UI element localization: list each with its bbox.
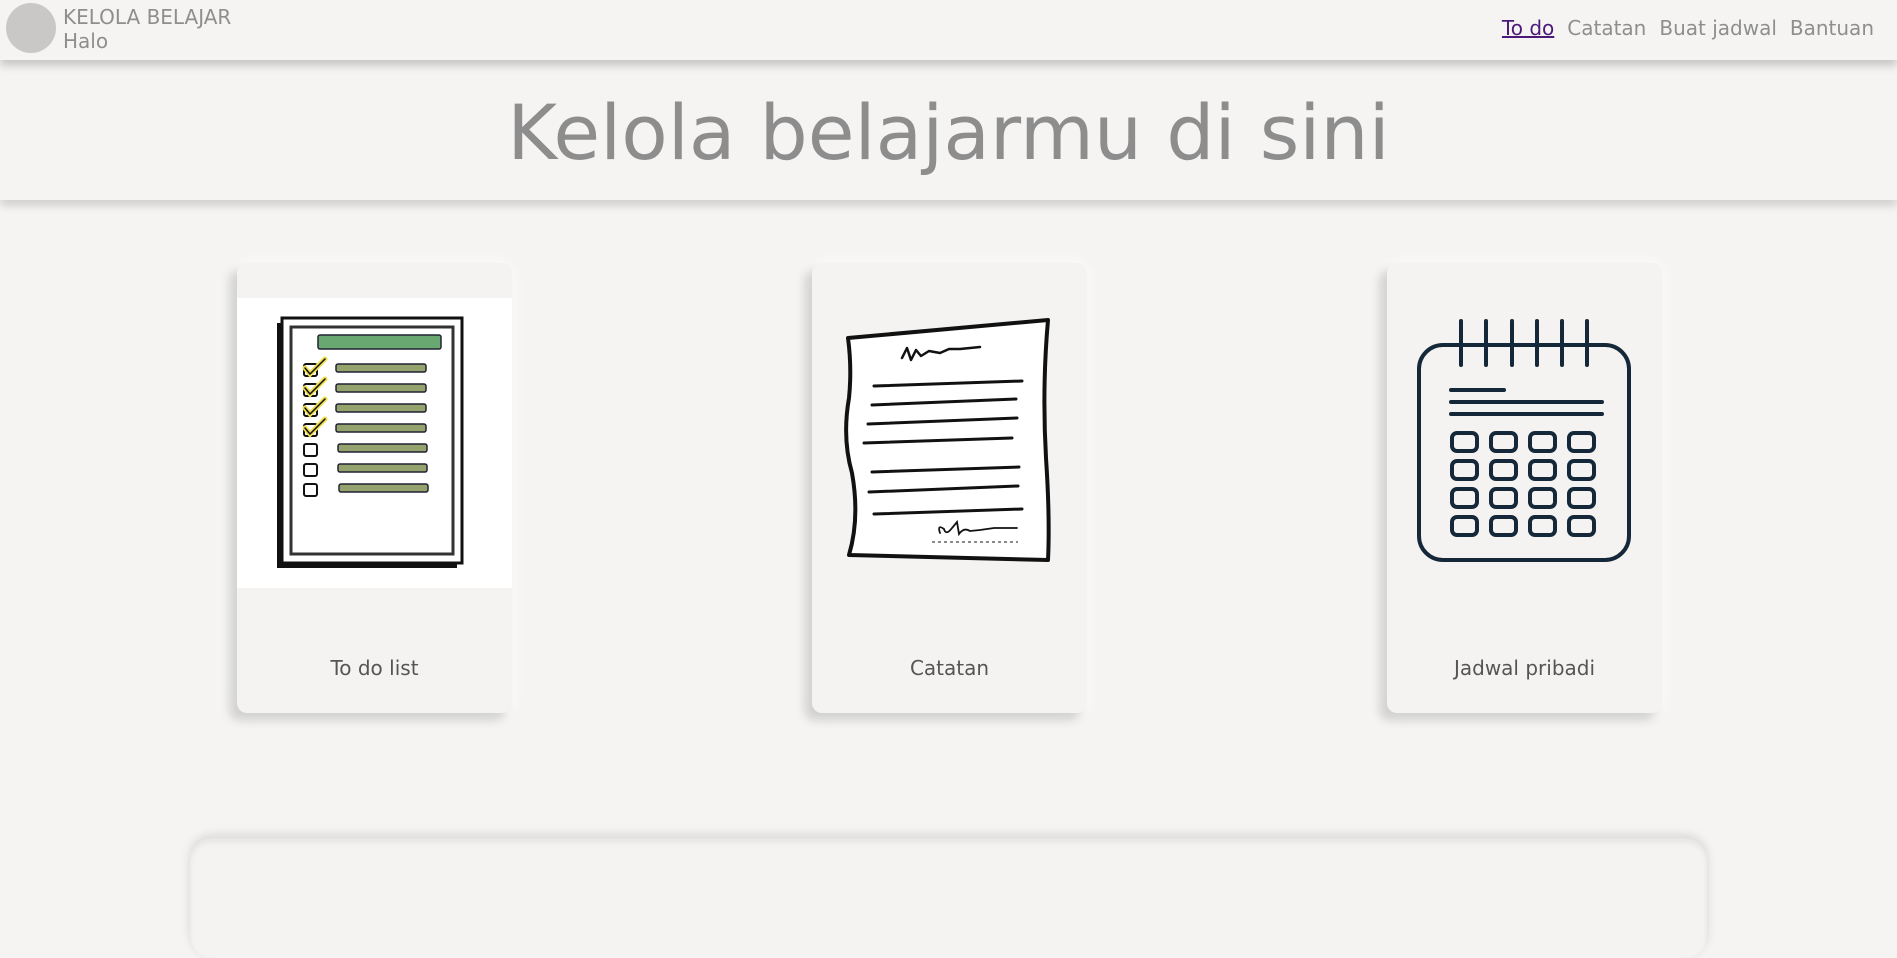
card-todo-list[interactable]: To do list — [237, 263, 512, 713]
hero-title: Kelola belajarmu di sini — [507, 88, 1390, 177]
card-jadwal-pribadi[interactable]: Jadwal pribadi — [1387, 263, 1662, 713]
checklist-icon — [237, 298, 512, 588]
card-catatan[interactable]: Catatan — [812, 263, 1087, 713]
nav-link-bantuan[interactable]: Bantuan — [1790, 15, 1874, 41]
nav-link-catatan[interactable]: Catatan — [1567, 15, 1646, 41]
bottom-panel — [190, 838, 1707, 958]
hero-banner: Kelola belajarmu di sini — [0, 62, 1897, 200]
main-nav: To do Catatan Buat jadwal Bantuan — [1502, 15, 1874, 41]
nav-link-todo[interactable]: To do — [1502, 15, 1554, 41]
nav-link-buat-jadwal[interactable]: Buat jadwal — [1659, 15, 1777, 41]
avatar[interactable] — [6, 3, 56, 53]
top-navbar: KELOLA BELAJAR Halo To do Catatan Buat j… — [0, 0, 1897, 60]
note-paper-icon — [812, 298, 1087, 588]
card-title-catatan: Catatan — [909, 656, 990, 680]
brand-subtitle: Halo — [63, 29, 109, 53]
calendar-icon — [1387, 298, 1662, 588]
card-title-todo-list: To do list — [330, 656, 419, 680]
card-title-jadwal-pribadi: Jadwal pribadi — [1453, 656, 1596, 680]
brand-title: KELOLA BELAJAR — [63, 5, 232, 29]
brand: KELOLA BELAJAR Halo — [63, 5, 231, 53]
